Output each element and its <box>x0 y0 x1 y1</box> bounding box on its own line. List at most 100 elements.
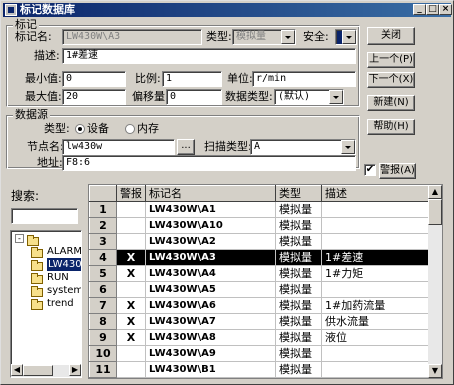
address-field[interactable]: F8:6 <box>62 155 356 171</box>
offset-field[interactable]: 0 <box>166 89 222 105</box>
radio-memory[interactable] <box>125 124 135 134</box>
min-value-field[interactable]: 0 <box>62 71 126 87</box>
chevron-down-icon[interactable] <box>341 140 355 154</box>
folder-icon <box>31 247 43 258</box>
tag-name-field[interactable]: LW430W\A3 <box>62 29 202 45</box>
scroll-down-icon[interactable]: ▼ <box>428 364 442 378</box>
row-number[interactable]: 8 <box>89 313 117 330</box>
row-description <box>321 217 434 234</box>
type-label: 类型: <box>206 30 232 43</box>
row-alarm-cell <box>116 281 146 298</box>
close-button[interactable]: 关闭 <box>367 27 415 45</box>
row-number[interactable]: 11 <box>89 361 117 378</box>
radio-memory-label: 内存 <box>137 122 159 135</box>
datatype-select[interactable]: (默认) <box>274 89 344 105</box>
tag-table-body: 警报 标记名 类型 描述 1 LW430W\A1 模拟量 2 LW430W\A10 模拟量… <box>89 185 434 378</box>
tree-scroll-thumb[interactable] <box>23 365 53 376</box>
search-label: 搜索: <box>11 189 40 203</box>
row-number[interactable]: 5 <box>89 265 117 282</box>
row-number[interactable]: 10 <box>89 345 117 362</box>
row-alarm-cell: X <box>116 249 146 266</box>
row-tag-name: LW430W\A2 <box>145 233 276 250</box>
header-rownum[interactable] <box>89 185 117 202</box>
close-window-button[interactable]: × <box>439 4 452 15</box>
row-type: 模拟量 <box>275 297 322 314</box>
max-value-field[interactable]: 20 <box>62 89 126 105</box>
chevron-down-icon[interactable] <box>281 30 295 44</box>
title-bar[interactable]: 标记数据库 _ □ × <box>3 3 452 17</box>
folder-icon <box>31 260 43 271</box>
chevron-down-icon[interactable] <box>342 30 356 44</box>
scroll-right-icon[interactable]: ▶ <box>69 364 81 376</box>
browse-node-button[interactable]: ... <box>177 139 195 155</box>
min-label: 最小值: <box>25 72 62 85</box>
type-select[interactable]: 模拟量 <box>232 29 296 45</box>
row-type: 模拟量 <box>275 329 322 346</box>
row-number[interactable]: 2 <box>89 217 117 234</box>
folder-icon <box>31 273 43 284</box>
description-field[interactable]: 1#差速 <box>62 48 356 64</box>
table-row[interactable]: 2 LW430W\A10 模拟量 <box>89 217 434 234</box>
header-description[interactable]: 描述 <box>321 185 434 202</box>
table-row[interactable]: 5 X LW430W\A4 模拟量 1#力矩 <box>89 265 434 282</box>
tree-item-label: LW430 <box>47 258 82 271</box>
row-description: 1#加药流量 <box>321 297 434 314</box>
row-number[interactable]: 6 <box>89 281 117 298</box>
next-button[interactable]: 下一个(X) <box>367 72 415 88</box>
scroll-up-icon[interactable]: ▲ <box>428 185 442 199</box>
scale-field[interactable]: 1 <box>162 71 222 87</box>
search-input[interactable] <box>11 208 78 224</box>
tree-horizontal-scrollbar[interactable]: ◀ ▶ <box>11 364 81 377</box>
table-row[interactable]: 8 X LW430W\A7 模拟量 供水流量 <box>89 313 434 330</box>
tag-tree[interactable]: - ALARM LW430 RUN system trend ◀ ▶ <box>10 230 82 378</box>
chevron-down-icon[interactable] <box>329 90 343 104</box>
unit-field[interactable]: r/min <box>252 71 356 87</box>
table-row[interactable]: 10 LW430W\A9 模拟量 <box>89 345 434 362</box>
tree-item-label: RUN <box>47 272 69 283</box>
minimize-button[interactable]: _ <box>413 4 426 15</box>
alarm-checkbox[interactable]: ✔ <box>364 164 376 176</box>
scroll-left-icon[interactable]: ◀ <box>11 364 23 376</box>
tree-collapse-icon[interactable]: - <box>15 234 24 243</box>
row-number[interactable]: 4 <box>89 249 117 266</box>
table-vertical-scrollbar[interactable]: ▲ ▼ <box>428 185 442 378</box>
table-row[interactable]: 4 X LW430W\A3 模拟量 1#差速 <box>89 249 434 266</box>
row-alarm-cell <box>116 233 146 250</box>
row-number[interactable]: 7 <box>89 297 117 314</box>
table-row[interactable]: 7 X LW430W\A6 模拟量 1#加药流量 <box>89 297 434 314</box>
table-scroll-thumb[interactable] <box>428 199 442 225</box>
header-type[interactable]: 类型 <box>275 185 322 202</box>
row-type: 模拟量 <box>275 345 322 362</box>
unit-label: 单位: <box>227 72 253 85</box>
new-button[interactable]: 新建(N) <box>367 95 415 111</box>
alarm-button[interactable]: 警报(A) <box>379 163 416 179</box>
tag-table[interactable]: 警报 标记名 类型 描述 1 LW430W\A1 模拟量 2 LW430W\A10 模拟量… <box>88 184 443 379</box>
row-tag-name: LW430W\A8 <box>145 329 276 346</box>
row-description <box>321 233 434 250</box>
row-number[interactable]: 9 <box>89 329 117 346</box>
row-type: 模拟量 <box>275 361 322 378</box>
security-select[interactable] <box>335 29 357 45</box>
header-alarm[interactable]: 警报 <box>116 185 146 202</box>
row-alarm-cell <box>116 345 146 362</box>
table-row[interactable]: 1 LW430W\A1 模拟量 <box>89 201 434 218</box>
table-row[interactable]: 11 LW430W\B1 模拟量 <box>89 361 434 378</box>
header-tag-name[interactable]: 标记名 <box>145 185 276 202</box>
table-row[interactable]: 9 X LW430W\A8 模拟量 液位 <box>89 329 434 346</box>
address-label: 地址: <box>37 156 63 169</box>
row-tag-name: LW430W\A10 <box>145 217 276 234</box>
node-name-field[interactable]: lw430w <box>62 139 175 155</box>
row-number[interactable]: 3 <box>89 233 117 250</box>
maximize-button[interactable]: □ <box>426 4 439 15</box>
table-row[interactable]: 6 LW430W\A5 模拟量 <box>89 281 434 298</box>
row-number[interactable]: 1 <box>89 201 117 218</box>
app-icon <box>5 4 17 16</box>
radio-device[interactable] <box>75 124 85 134</box>
help-button[interactable]: 帮助(H) <box>367 119 415 135</box>
max-label: 最大值: <box>25 90 62 103</box>
folder-icon <box>31 299 43 310</box>
row-description: 1#力矩 <box>321 265 434 282</box>
scan-type-select[interactable]: A <box>250 139 356 155</box>
prev-button[interactable]: 上一个(P) <box>367 52 415 68</box>
table-row[interactable]: 3 LW430W\A2 模拟量 <box>89 233 434 250</box>
